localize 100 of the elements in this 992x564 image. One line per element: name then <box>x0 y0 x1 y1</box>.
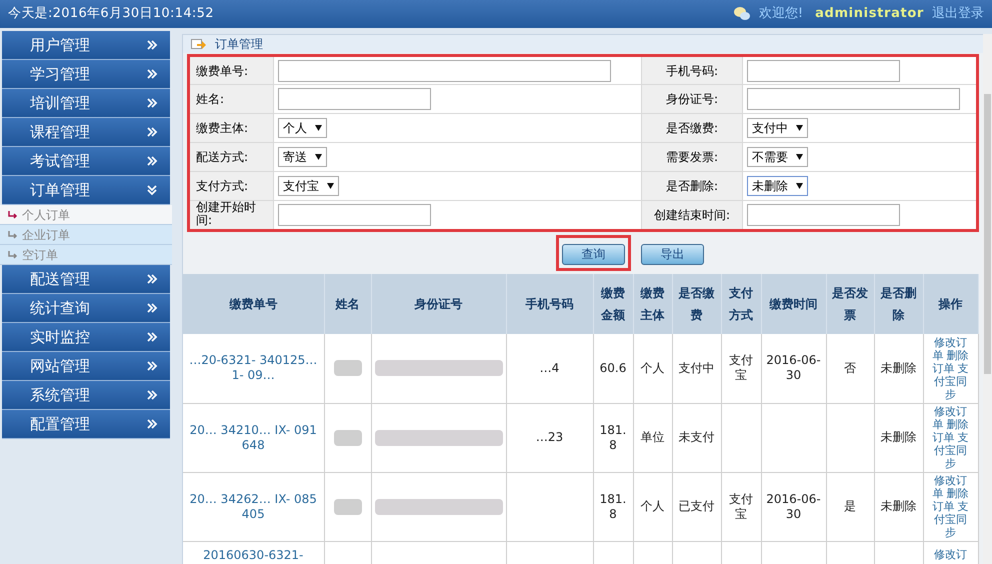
table-cell-text: 支付中 <box>678 360 714 375</box>
panel-title: 订单管理 <box>215 36 263 53</box>
dropdown-select[interactable]: 不需要 <box>747 147 808 167</box>
input-field[interactable] <box>278 88 431 110</box>
table-cell-text: 已支付 <box>678 499 714 513</box>
dropdown-select[interactable]: 支付宝 <box>278 176 339 196</box>
table-cell-text: 20… 34210… IX- 091648 <box>190 422 317 452</box>
input-field[interactable] <box>747 88 960 110</box>
column-header: 缴费金额 <box>601 286 625 322</box>
query-button[interactable]: 导出 <box>641 244 704 264</box>
table-cell-text: 单位 <box>640 430 664 444</box>
sidebar-menu-item[interactable]: 用户管理 <box>2 31 170 60</box>
form-label: 创建开始时间: <box>196 201 257 227</box>
query-button[interactable]: 查询 <box>562 244 625 264</box>
input-field[interactable] <box>278 60 611 82</box>
double-chevron-right-icon <box>146 273 158 285</box>
dropdown-triangle-icon <box>315 125 322 131</box>
sidebar-menu-item[interactable]: 系统管理 <box>2 381 170 410</box>
dropdown-select[interactable]: 支付中 <box>747 118 808 138</box>
input-field[interactable] <box>747 204 900 226</box>
table-cell-text: 181.8 <box>600 492 626 520</box>
table-cell-text: 支付宝 <box>729 492 753 520</box>
chat-bubbles-icon <box>732 6 751 22</box>
sidebar-menu-item[interactable]: 统计查询 <box>2 294 170 323</box>
sidebar-menu-item[interactable]: 配置管理 <box>2 410 170 439</box>
arrow-icon <box>8 250 18 259</box>
dropdown-triangle-icon <box>796 154 803 160</box>
action-links[interactable]: 修改订单 删除订单 支付宝同步 <box>930 336 972 401</box>
arrow-icon <box>8 210 18 219</box>
column-header: 缴费时间 <box>770 297 818 311</box>
input-field[interactable] <box>278 204 431 226</box>
double-chevron-right-icon <box>146 97 158 109</box>
action-links[interactable]: 修改订单 删除订单 支付宝同步 <box>930 405 972 470</box>
form-label: 是否删除: <box>666 180 718 193</box>
username-text: administrator <box>815 5 924 24</box>
double-chevron-right-icon <box>146 39 158 51</box>
form-label: 缴费主体: <box>196 122 248 135</box>
date-time-text: 今天是:2016年6月30日10:14:52 <box>8 5 214 24</box>
sidebar-menu-item[interactable]: 学习管理 <box>2 60 170 89</box>
table-cell-text: 否 <box>844 360 856 375</box>
logout-link[interactable]: 退出登录 <box>932 4 984 24</box>
column-header: 缴费单号 <box>229 297 278 311</box>
dropdown-select[interactable]: 寄送 <box>278 147 327 167</box>
column-header: 手机号码 <box>526 297 574 311</box>
form-label: 是否缴费: <box>666 122 718 135</box>
table-cell-text: …4 <box>540 360 560 375</box>
table-cell-text: 20160630-6321- <box>203 548 304 562</box>
dropdown-triangle-icon <box>796 125 803 131</box>
sidebar-menu-item[interactable]: 考试管理 <box>2 147 170 176</box>
column-header: 姓名 <box>336 297 360 311</box>
form-label: 需要发票: <box>666 151 718 164</box>
dropdown-triangle-icon <box>315 154 322 160</box>
action-links[interactable]: 修改订单 删除订单 支付宝同步 <box>930 474 972 539</box>
column-header: 操作 <box>938 297 962 311</box>
table-cell-text: 未删除 <box>880 360 916 375</box>
table-cell-text: 是 <box>844 499 856 513</box>
sidebar-menu-item[interactable]: 配送管理 <box>2 265 170 294</box>
table-cell-text: 支付宝 <box>729 353 753 382</box>
column-header: 缴费主体 <box>640 286 664 322</box>
double-chevron-down-icon <box>146 184 158 196</box>
form-label: 身份证号: <box>666 93 718 106</box>
dropdown-select[interactable]: 个人 <box>278 118 327 138</box>
sidebar-menu-item[interactable]: 订单管理 <box>2 176 170 205</box>
column-header: 是否发票 <box>832 286 868 322</box>
sidebar-menu-item[interactable]: 课程管理 <box>2 118 170 147</box>
double-chevron-right-icon <box>146 126 158 138</box>
sidebar-submenu-item[interactable]: 个人订单 <box>0 205 172 225</box>
table-cell-text: 181.8 <box>600 422 626 452</box>
column-header: 身份证号 <box>414 297 462 311</box>
action-links[interactable]: 修改订 <box>930 548 972 560</box>
double-chevron-right-icon <box>146 302 158 314</box>
double-chevron-right-icon <box>146 68 158 80</box>
sidebar-menu-item[interactable]: 网站管理 <box>2 352 170 381</box>
table-cell-text: 未删除 <box>880 499 916 513</box>
folder-arrow-icon <box>191 38 207 50</box>
welcome-text: 欢迎您! <box>758 5 804 24</box>
column-header: 支付方式 <box>729 286 753 322</box>
sidebar-menu-item[interactable]: 培训管理 <box>2 89 170 118</box>
dropdown-triangle-icon <box>327 183 334 189</box>
table-cell-text: 个人 <box>640 499 664 513</box>
sidebar-menu-item[interactable]: 实时监控 <box>2 323 170 352</box>
column-header: 是否删除 <box>880 286 916 322</box>
table-cell-text: 20… 34262… IX- 085405 <box>190 492 317 520</box>
double-chevron-right-icon <box>146 418 158 430</box>
form-label: 姓名: <box>196 93 224 106</box>
double-chevron-right-icon <box>146 155 158 167</box>
double-chevron-right-icon <box>146 331 158 343</box>
form-label: 手机号码: <box>666 64 718 78</box>
dropdown-select[interactable]: 未删除 <box>747 176 808 196</box>
form-label: 缴费单号: <box>196 64 248 78</box>
table-cell-text: …23 <box>536 430 564 444</box>
form-label: 创建结束时间: <box>654 209 730 222</box>
arrow-icon <box>8 230 18 239</box>
table-cell-text: 60.6 <box>600 360 626 375</box>
dropdown-triangle-icon <box>796 183 803 189</box>
table-cell-text: …20-6321- 340125… 1- 09… <box>189 353 318 382</box>
input-field[interactable] <box>747 60 900 82</box>
double-chevron-right-icon <box>146 360 158 372</box>
table-cell-text: 未删除 <box>880 430 916 444</box>
table-cell-text: 2016-06-30 <box>766 492 821 520</box>
